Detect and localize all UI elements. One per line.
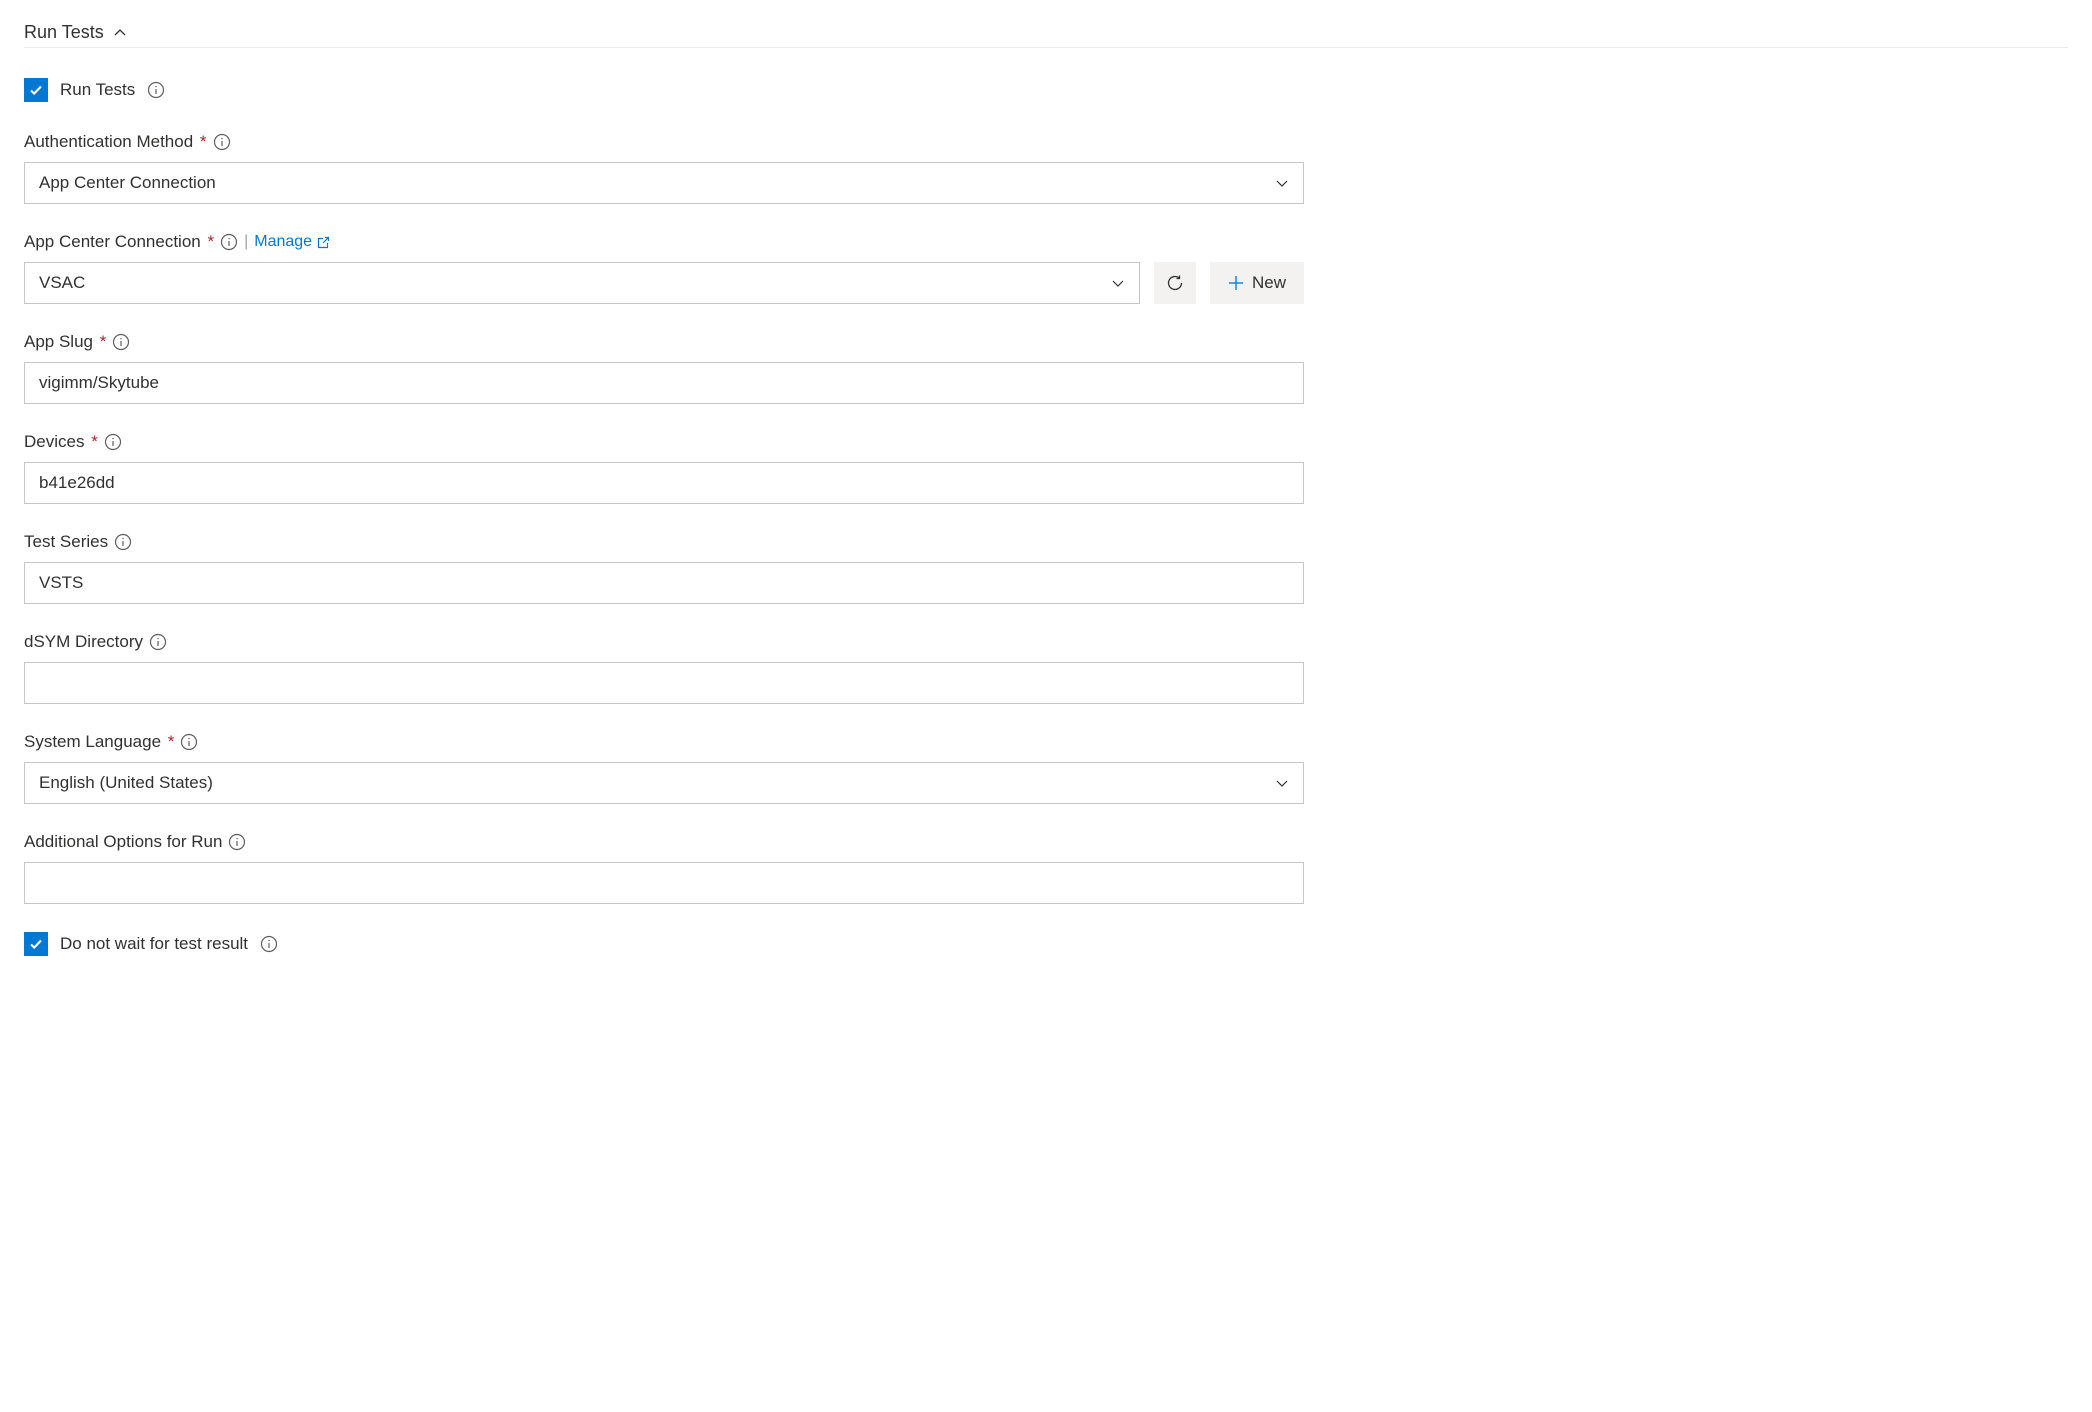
no-wait-label: Do not wait for test result bbox=[60, 934, 248, 954]
auth-method-label: Authentication Method * bbox=[24, 132, 207, 152]
manage-link[interactable]: Manage bbox=[254, 233, 330, 251]
run-tests-checkbox-row: Run Tests bbox=[24, 78, 2068, 102]
connection-select[interactable]: VSAC bbox=[24, 262, 1140, 304]
app-slug-input[interactable] bbox=[24, 362, 1304, 404]
run-tests-label: Run Tests bbox=[60, 80, 135, 100]
section-title: Run Tests bbox=[24, 22, 104, 43]
info-icon[interactable] bbox=[149, 633, 167, 651]
chevron-down-icon bbox=[1275, 176, 1289, 190]
info-icon[interactable] bbox=[180, 733, 198, 751]
plus-icon bbox=[1228, 275, 1244, 291]
dsym-input[interactable] bbox=[24, 662, 1304, 704]
sys-lang-label: System Language * bbox=[24, 732, 174, 752]
info-icon[interactable] bbox=[260, 935, 278, 953]
chevron-down-icon bbox=[1111, 276, 1125, 290]
sys-lang-group: System Language * English (United States… bbox=[24, 732, 1304, 804]
sys-lang-select[interactable]: English (United States) bbox=[24, 762, 1304, 804]
sys-lang-value: English (United States) bbox=[39, 773, 213, 793]
info-icon[interactable] bbox=[112, 333, 130, 351]
dsym-group: dSYM Directory bbox=[24, 632, 1304, 704]
info-icon[interactable] bbox=[220, 233, 238, 251]
info-icon[interactable] bbox=[213, 133, 231, 151]
dsym-label: dSYM Directory bbox=[24, 632, 143, 652]
connection-label: App Center Connection * bbox=[24, 232, 214, 252]
info-icon[interactable] bbox=[228, 833, 246, 851]
section-header-run-tests[interactable]: Run Tests bbox=[24, 22, 2068, 48]
test-series-group: Test Series bbox=[24, 532, 1304, 604]
add-options-group: Additional Options for Run bbox=[24, 832, 1304, 904]
no-wait-checkbox-row: Do not wait for test result bbox=[24, 932, 2068, 956]
info-icon[interactable] bbox=[147, 81, 165, 99]
refresh-button[interactable] bbox=[1154, 262, 1196, 304]
chevron-up-icon bbox=[112, 25, 128, 41]
test-series-label: Test Series bbox=[24, 532, 108, 552]
auth-method-group: Authentication Method * App Center Conne… bbox=[24, 132, 1304, 204]
info-icon[interactable] bbox=[104, 433, 122, 451]
new-button-label: New bbox=[1252, 273, 1286, 293]
devices-label: Devices * bbox=[24, 432, 98, 452]
chevron-down-icon bbox=[1275, 776, 1289, 790]
devices-group: Devices * bbox=[24, 432, 1304, 504]
new-button[interactable]: New bbox=[1210, 262, 1304, 304]
app-center-connection-group: App Center Connection * | Manage VSAC bbox=[24, 232, 1304, 304]
add-options-label: Additional Options for Run bbox=[24, 832, 222, 852]
auth-method-select[interactable]: App Center Connection bbox=[24, 162, 1304, 204]
external-link-icon bbox=[317, 236, 330, 249]
app-slug-group: App Slug * bbox=[24, 332, 1304, 404]
test-series-input[interactable] bbox=[24, 562, 1304, 604]
add-options-input[interactable] bbox=[24, 862, 1304, 904]
run-tests-checkbox[interactable] bbox=[24, 78, 48, 102]
connection-value: VSAC bbox=[39, 273, 85, 293]
divider: | bbox=[244, 233, 248, 251]
auth-method-value: App Center Connection bbox=[39, 173, 216, 193]
app-slug-label: App Slug * bbox=[24, 332, 106, 352]
info-icon[interactable] bbox=[114, 533, 132, 551]
devices-input[interactable] bbox=[24, 462, 1304, 504]
connection-row: VSAC New bbox=[24, 262, 1304, 304]
no-wait-checkbox[interactable] bbox=[24, 932, 48, 956]
